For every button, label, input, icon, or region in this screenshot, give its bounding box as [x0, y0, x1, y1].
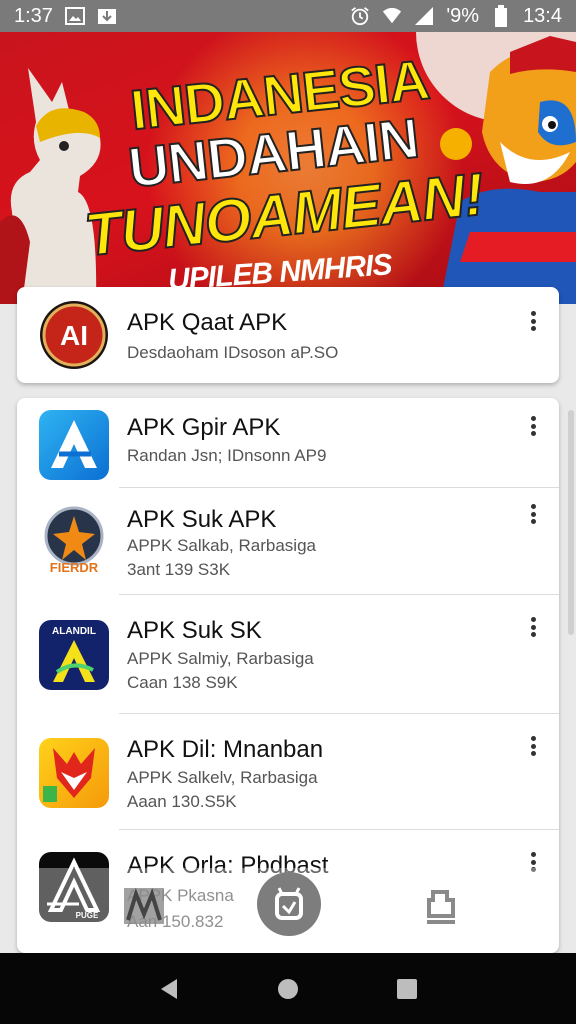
status-time-right: 13:4 [523, 4, 562, 27]
app-title: APK Suk APK [127, 506, 277, 533]
promo-banner[interactable]: INDANESIA UNDAHAIN TUNOAMEAN! UPILEB NMH… [0, 32, 576, 304]
more-options-icon[interactable] [523, 613, 543, 641]
app-title: APK Gpir APK [127, 414, 281, 441]
app-title: APK Suk SK [127, 617, 262, 644]
wifi-icon [382, 6, 402, 26]
featured-app-title: APK Qaat APK [127, 309, 288, 336]
star-badge-icon: FIERDR [39, 504, 109, 574]
list-item[interactable]: APK Dil: Mnanban APPK Salkelv, Rarbasiga… [17, 714, 559, 830]
app-subtitle: Randan Jsn; IDnsonn AP9 [127, 446, 327, 465]
battery-percent: '9% [446, 4, 480, 27]
nav-store-icon[interactable] [257, 872, 321, 936]
system-nav-bar [0, 953, 576, 1024]
star-icon-text: FIERDR [50, 560, 99, 574]
featured-icon-text: AI [60, 320, 88, 351]
app-size: Caan 138 S9K [127, 673, 238, 692]
colorful-fox-icon [39, 738, 109, 808]
image-icon [64, 6, 85, 26]
app-subtitle: APPK Salmiy, Rarbasiga [127, 649, 314, 668]
app-size: Aaan 130.S5K [127, 792, 237, 811]
bottom-app-nav [17, 868, 559, 940]
signal-icon [414, 6, 434, 26]
list-item[interactable]: ALANDIL APK Suk SK APPK Salmiy, Rarbasig… [17, 595, 559, 714]
more-options-icon[interactable] [523, 500, 543, 528]
more-options-icon[interactable] [523, 412, 543, 440]
scrollbar[interactable] [568, 410, 574, 635]
app-subtitle: APPK Salkelv, Rarbasiga [127, 768, 318, 787]
featured-app-subtitle: Desdaoham IDsoson aP.SO [127, 343, 339, 362]
navy-icon-text: ALANDIL [52, 626, 96, 637]
more-options-icon[interactable] [523, 307, 543, 335]
navy-a-icon: ALANDIL [39, 620, 109, 690]
app-title: APK Dil: Mnanban [127, 736, 324, 763]
alarm-icon [350, 6, 370, 26]
recents-icon[interactable] [387, 969, 427, 1009]
nav-home-icon[interactable] [122, 884, 166, 928]
status-bar: 1:37 '9% 13:4 [0, 0, 576, 32]
list-item[interactable]: APK Gpir APK Randan Jsn; IDnsonn AP9 [17, 398, 559, 488]
app-size: 3ant 139 S3K [127, 560, 231, 579]
download-icon [97, 6, 117, 26]
app-subtitle: APPK Salkab, Rarbasiga [127, 536, 316, 555]
back-icon[interactable] [149, 969, 189, 1009]
featured-app-card[interactable]: AI APK Qaat APK Desdaoham IDsoson aP.SO [17, 287, 559, 383]
battery-icon [491, 5, 511, 27]
list-item[interactable]: FIERDR APK Suk APK APPK Salkab, Rarbasig… [17, 488, 559, 595]
home-icon[interactable] [268, 969, 308, 1009]
nav-account-icon[interactable] [419, 884, 463, 928]
more-options-icon[interactable] [523, 732, 543, 760]
blue-a-icon [39, 410, 109, 480]
featured-app-icon: AI [39, 300, 109, 370]
status-time-left: 1:37 [14, 4, 53, 27]
